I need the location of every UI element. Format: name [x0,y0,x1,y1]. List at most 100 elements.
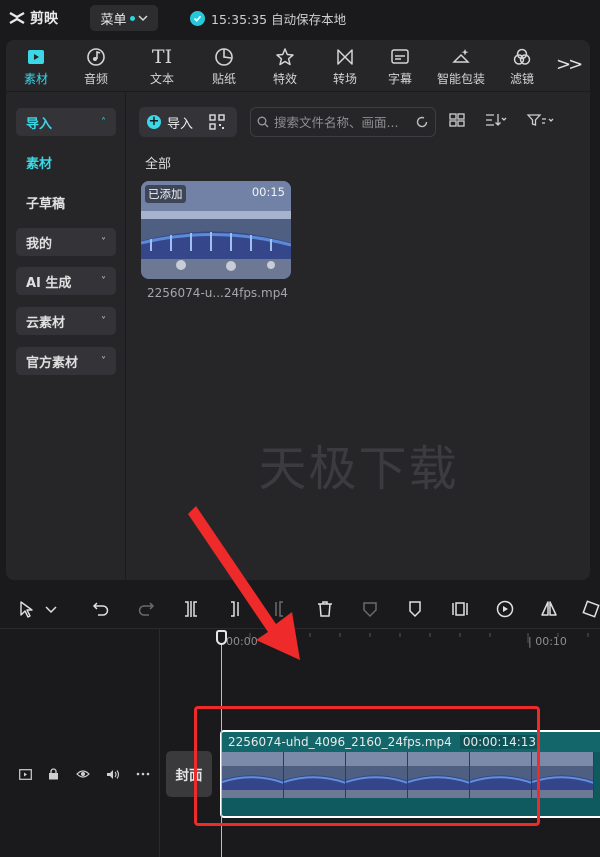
notification-dot [129,15,135,21]
media-panel: 素材 音频 TI 文本 贴纸 特效 转场 字幕 智能包装 滤镜 >> 导入 ˄ … [6,40,590,580]
import-button[interactable]: + 导入 [139,107,237,137]
media-duration: 00:15 [251,185,285,199]
sidebar-item-import[interactable]: 导入 ˄ [16,108,116,136]
sidebar-item-official[interactable]: 官方素材 ˅ [16,347,116,375]
view-options [449,113,555,127]
app-logo: 剪映 [8,8,58,28]
sidebar-item-cloud[interactable]: 云素材 ˅ [16,307,116,335]
sticker-icon [215,47,233,66]
sidebar-item-label: 子草稿 [26,196,66,212]
chevron-down-icon: ˅ [101,355,106,367]
tab-subtitle[interactable]: 字幕 [370,40,430,92]
feature-toolbar: 素材 音频 TI 文本 贴纸 特效 转场 字幕 智能包装 滤镜 >> [6,40,590,92]
shield-icon[interactable] [359,598,381,620]
sidebar-item-mine[interactable]: 我的 ˅ [16,228,116,256]
search-box[interactable] [250,107,436,137]
tab-label: 音频 [83,71,108,86]
tab-label: 智能包装 [436,71,485,86]
section-title-all: 全部 [145,157,172,172]
chevron-down-icon: ˅ [101,236,106,248]
undo-icon[interactable] [90,598,112,620]
text-icon: TI [151,45,173,68]
sidebar-item-label: 我的 [26,236,53,252]
chevron-down-icon[interactable] [44,598,58,620]
filter-sort-icon[interactable] [527,113,555,127]
sidebar-item-label: 素材 [26,156,53,172]
delete-icon[interactable] [314,598,336,620]
added-badge: 已添加 [145,185,186,203]
search-input[interactable] [274,114,410,130]
watermark-text: 天极下载 [258,441,459,497]
transition-icon [337,48,353,65]
menu-label: 菜单 [100,12,127,28]
tab-text[interactable]: TI 文本 [132,40,192,92]
top-bar: 剪映 菜单 15:35:35 自动保存本地 [0,0,600,36]
tab-media[interactable]: 素材 [6,40,66,92]
lock-icon[interactable] [44,767,62,781]
sidebar-item-label: 云素材 [26,315,66,331]
smart-package-icon [452,48,470,63]
audio-icon [87,47,105,66]
chevron-down-icon: ˅ [101,315,106,327]
playhead-handle[interactable] [216,630,227,645]
freeze-frame-icon[interactable] [449,598,471,620]
tab-sticker[interactable]: 贴纸 [194,40,254,92]
tab-audio[interactable]: 音频 [66,40,126,92]
autosave-text: 15:35:35 自动保存本地 [211,12,347,27]
sidebar-item-label: 导入 [26,116,53,132]
mirror-icon[interactable] [538,598,560,620]
sidebar-item-subdraft[interactable]: 子草稿 [16,188,116,216]
timeline-toolbar [0,590,600,628]
tab-label: 特效 [272,71,297,86]
grid-view-icon[interactable] [449,113,465,127]
search-icon [257,116,269,128]
chevron-down-icon: ˅ [101,275,106,287]
sidebar-item-material[interactable]: 素材 [16,148,116,176]
sort-icon[interactable] [485,113,507,127]
menu-button[interactable]: 菜单 [90,5,158,31]
chevron-up-icon: ˄ [101,116,106,128]
media-thumbnail[interactable]: 已添加 00:15 [141,181,291,279]
tab-smart-package[interactable]: 智能包装 [431,40,491,92]
more-options-icon[interactable] [134,767,152,781]
select-cursor-icon[interactable] [16,598,38,620]
marker-icon[interactable] [404,598,426,620]
tab-effects[interactable]: 特效 [255,40,315,92]
chevron-down-icon [137,15,148,22]
sidebar-item-ai-generate[interactable]: AI 生成 ˅ [16,267,116,295]
media-icon [28,49,44,64]
clip-frame [532,752,594,798]
capcut-logo-icon [9,11,25,25]
tab-label: 素材 [23,71,48,86]
ruler-label-start: 00:00 [226,635,258,648]
media-sidebar: 导入 ˄ 素材 子草稿 我的 ˅ AI 生成 ˅ 云素材 ˅ 官方素材 ˅ [6,93,126,580]
highlight-box [194,706,540,826]
split-right-icon[interactable] [268,598,290,620]
tab-label: 字幕 [387,71,412,86]
tab-label: 转场 [332,71,357,86]
redo-icon[interactable] [135,598,157,620]
import-label: 导入 [167,116,194,132]
sidebar-item-label: AI 生成 [26,275,72,291]
more-tabs-button[interactable]: >> [556,54,583,75]
tab-label: 贴纸 [211,71,236,86]
split-icon[interactable] [180,598,202,620]
tab-transition[interactable]: 转场 [315,40,375,92]
rotate-icon[interactable] [580,598,600,620]
split-left-icon[interactable] [224,598,246,620]
autosave-status: 15:35:35 自动保存本地 [190,9,346,28]
refresh-icon[interactable] [415,115,429,129]
track-video-icon[interactable] [16,767,34,781]
sidebar-item-label: 官方素材 [26,355,79,371]
track-header-column [0,629,160,857]
effects-icon [276,47,294,65]
visibility-eye-icon[interactable] [74,767,92,781]
media-filename: 2256074-u...24fps.mp4 [147,286,288,300]
ruler-label-10s: | 00:10 [528,635,567,648]
subtitle-icon [391,48,409,64]
volume-icon[interactable] [104,767,122,781]
check-circle-icon [190,11,205,26]
tab-filter[interactable]: 滤镜 [492,40,552,92]
qr-code-icon[interactable] [209,114,225,130]
play-reverse-icon[interactable] [494,598,516,620]
